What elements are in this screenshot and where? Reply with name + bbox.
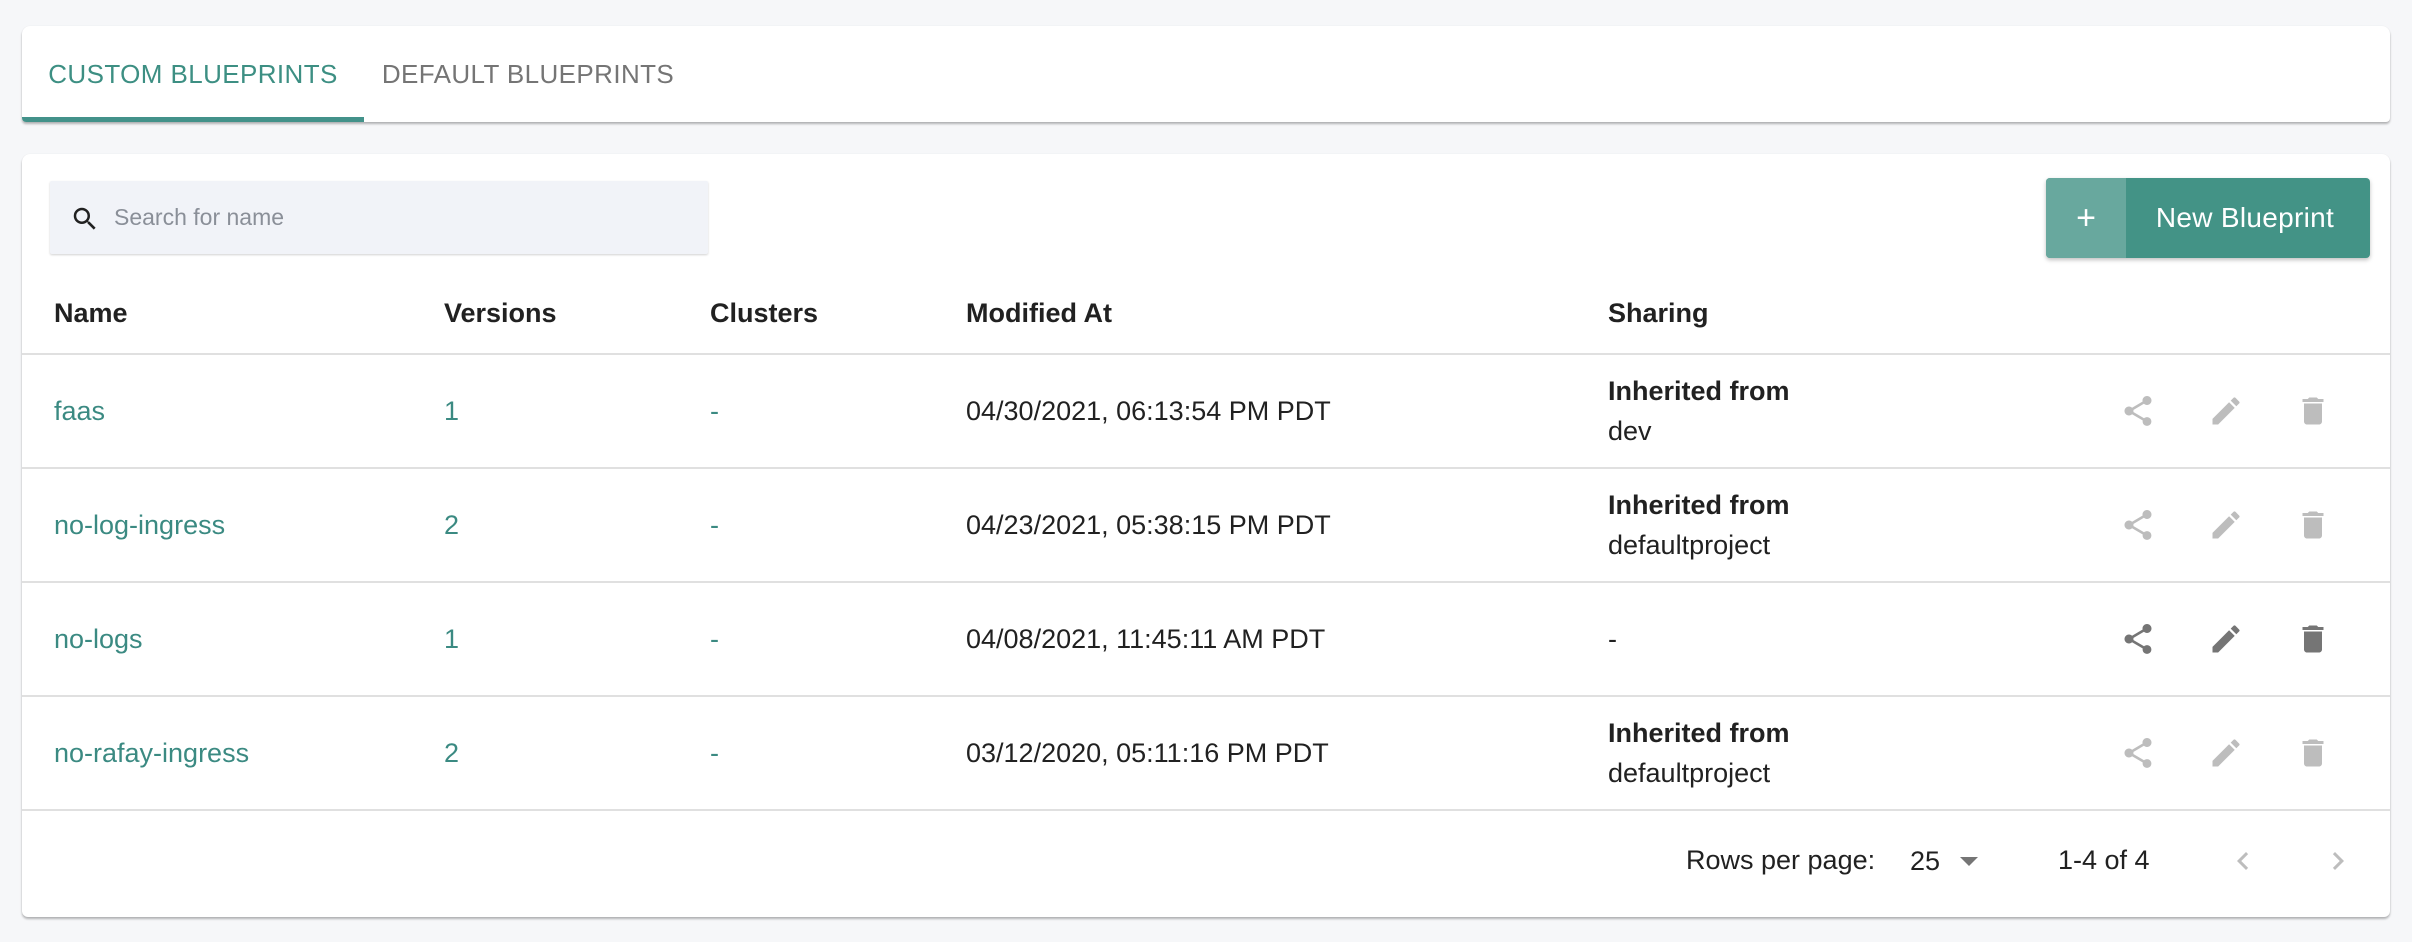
blueprints-table: Name Versions Clusters Modified At Shari… — [22, 285, 2390, 811]
delete-button[interactable] — [2295, 621, 2331, 657]
page-range-text: 1-4 of 4 — [2058, 845, 2150, 875]
column-header-versions[interactable]: Versions — [444, 285, 557, 355]
column-header-name[interactable]: Name — [54, 285, 128, 355]
delete-icon — [2302, 511, 2324, 539]
dropdown-arrow-icon — [1960, 856, 1979, 866]
edit-button[interactable] — [2208, 507, 2244, 543]
delete-icon — [2302, 625, 2324, 653]
active-tab-indicator — [22, 117, 364, 122]
sharing-source: - — [1608, 623, 1617, 654]
clusters-link[interactable]: - — [710, 697, 719, 809]
edit-button[interactable] — [2208, 735, 2244, 771]
new-blueprint-label: New Blueprint — [2155, 202, 2335, 233]
table-body: faas 1 - 04/30/2021, 06:13:54 PM PDT Inh… — [22, 355, 2390, 811]
tab-label: DEFAULT BLUEPRINTS — [381, 58, 675, 89]
delete-button[interactable] — [2295, 393, 2331, 429]
delete-icon — [2302, 397, 2324, 425]
rows-per-page-select[interactable]: 25 — [1910, 841, 1979, 881]
sharing-source: defaultproject — [1608, 758, 1771, 788]
versions-link[interactable]: 2 — [444, 697, 459, 809]
share-icon — [2124, 738, 2152, 768]
chevron-right-icon — [2332, 852, 2344, 870]
chevron-left-icon — [2237, 852, 2249, 870]
modified-at: 04/08/2021, 11:45:11 AM PDT — [966, 623, 1326, 654]
sharing-cell: Inherited from defaultproject — [1608, 697, 1790, 809]
plus-icon: + — [2046, 178, 2126, 258]
table-row: no-logs 1 - 04/08/2021, 11:45:11 AM PDT … — [22, 583, 2390, 697]
blueprint-name-link[interactable]: no-rafay-ingress — [54, 697, 249, 809]
clusters-link[interactable]: - — [710, 583, 719, 695]
blueprint-name-link[interactable]: no-logs — [54, 583, 143, 695]
modified-at: 04/23/2021, 05:38:15 PM PDT — [966, 509, 1331, 540]
edit-icon — [2212, 625, 2240, 653]
sharing-label: Inherited from — [1608, 376, 1790, 406]
delete-button[interactable] — [2295, 507, 2331, 543]
table-pagination: Rows per page: 25 1-4 of 4 — [22, 811, 2390, 915]
tab-default-blueprints[interactable]: DEFAULT BLUEPRINTS — [364, 26, 692, 122]
delete-button[interactable] — [2295, 735, 2331, 771]
share-icon — [2124, 510, 2152, 540]
search-icon — [73, 207, 96, 230]
search-input[interactable] — [114, 181, 694, 254]
edit-button[interactable] — [2208, 621, 2244, 657]
delete-icon — [2302, 739, 2324, 767]
search-field[interactable] — [50, 181, 708, 254]
edit-icon — [2212, 739, 2240, 767]
modified-at: 03/12/2020, 05:11:16 PM PDT — [966, 737, 1329, 768]
sharing-source: defaultproject — [1608, 530, 1771, 560]
column-header-clusters[interactable]: Clusters — [710, 285, 818, 355]
versions-link[interactable]: 2 — [444, 469, 459, 581]
previous-page-button[interactable] — [2225, 843, 2261, 879]
share-button[interactable] — [2120, 393, 2156, 429]
blueprint-name-link[interactable]: no-log-ingress — [54, 469, 225, 581]
column-header-sharing: Sharing — [1608, 298, 1709, 328]
edit-icon — [2212, 511, 2240, 539]
tabs-bar: CUSTOM BLUEPRINTS DEFAULT BLUEPRINTS — [22, 26, 2390, 122]
sharing-cell: - — [1608, 583, 1617, 695]
tab-label: CUSTOM BLUEPRINTS — [48, 58, 338, 89]
sharing-source: dev — [1608, 416, 1652, 446]
modified-at: 04/30/2021, 06:13:54 PM PDT — [966, 395, 1331, 426]
table-row: no-rafay-ingress 2 - 03/12/2020, 05:11:1… — [22, 697, 2390, 811]
rows-per-page-value: 25 — [1910, 845, 1941, 876]
table-row: faas 1 - 04/30/2021, 06:13:54 PM PDT Inh… — [22, 355, 2390, 469]
edit-icon — [2212, 397, 2240, 425]
clusters-link[interactable]: - — [710, 355, 719, 467]
new-blueprint-button[interactable]: + New Blueprint — [2046, 178, 2370, 258]
share-button[interactable] — [2120, 507, 2156, 543]
edit-button[interactable] — [2208, 393, 2244, 429]
share-icon — [2124, 624, 2152, 654]
share-button[interactable] — [2120, 735, 2156, 771]
share-icon — [2124, 396, 2152, 426]
rows-per-page-label: Rows per page: — [1686, 845, 1876, 875]
sharing-label: Inherited from — [1608, 718, 1790, 748]
blueprint-name-link[interactable]: faas — [54, 355, 105, 467]
share-button[interactable] — [2120, 621, 2156, 657]
clusters-link[interactable]: - — [710, 469, 719, 581]
blueprints-panel: + New Blueprint Name Versions Clusters M… — [22, 154, 2390, 917]
table-header: Name Versions Clusters Modified At Shari… — [22, 285, 2390, 355]
sharing-label: Inherited from — [1608, 490, 1790, 520]
sharing-cell: Inherited from dev — [1608, 355, 1790, 467]
tab-custom-blueprints[interactable]: CUSTOM BLUEPRINTS — [22, 26, 364, 122]
sharing-cell: Inherited from defaultproject — [1608, 469, 1790, 581]
next-page-button[interactable] — [2320, 843, 2356, 879]
column-header-modified-at[interactable]: Modified At — [966, 285, 1112, 355]
versions-link[interactable]: 1 — [444, 583, 459, 695]
table-row: no-log-ingress 2 - 04/23/2021, 05:38:15 … — [22, 469, 2390, 583]
versions-link[interactable]: 1 — [444, 355, 459, 467]
